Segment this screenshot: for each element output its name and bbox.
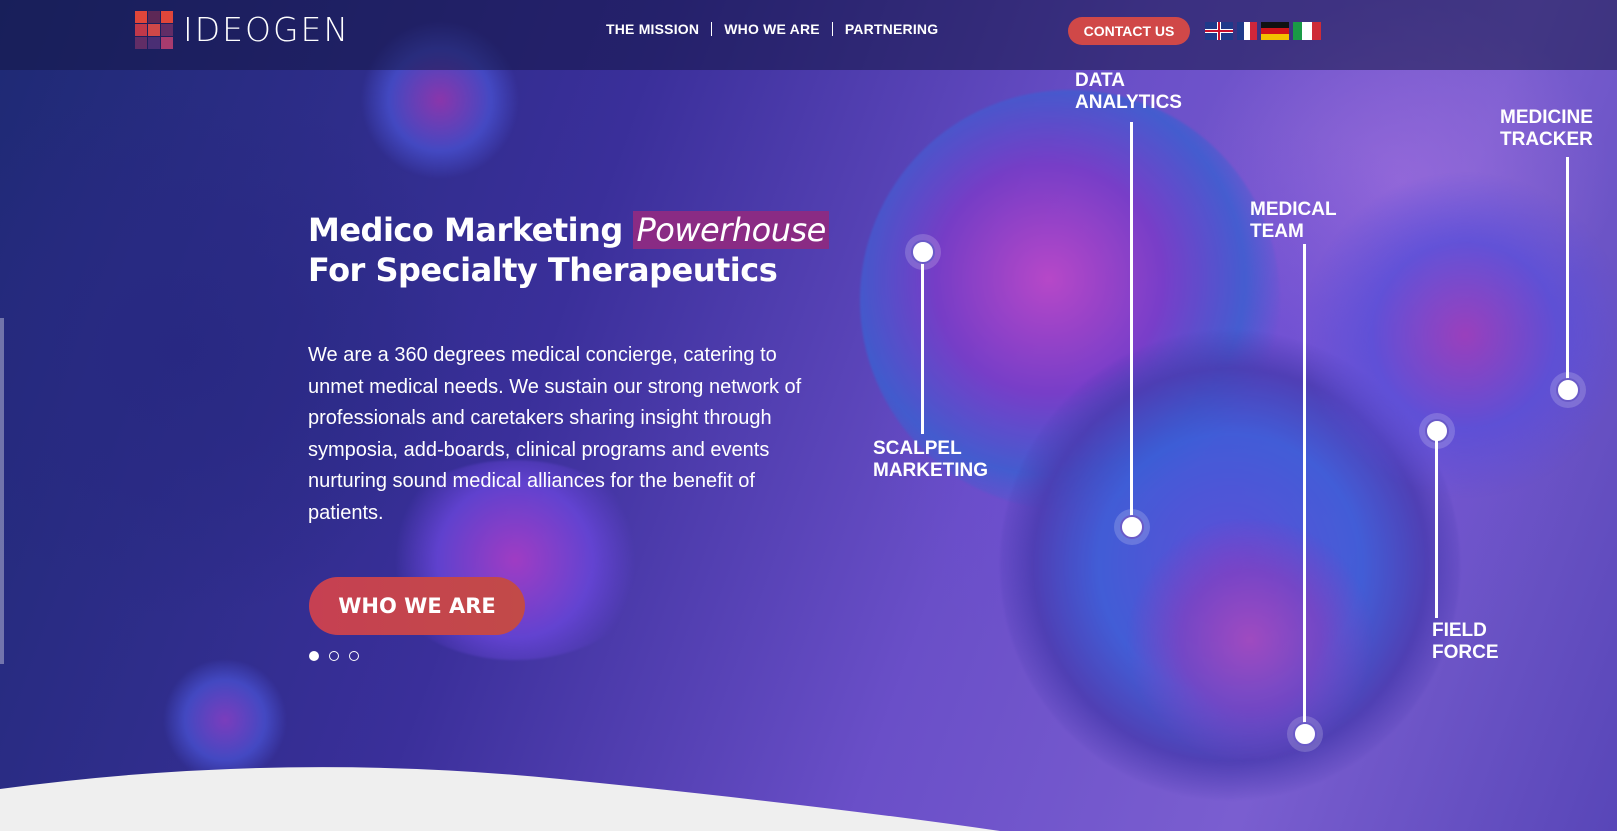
callout-label-text: FORCE: [1432, 642, 1499, 663]
uk-flag-icon[interactable]: [1205, 22, 1233, 40]
scroll-indicator: [0, 318, 4, 664]
who-we-are-button[interactable]: WHO WE ARE: [309, 577, 525, 635]
hero-title: Medico Marketing Powerhouse For Specialt…: [308, 210, 829, 290]
callout-label-text: TEAM: [1250, 221, 1304, 242]
de-flag-icon[interactable]: [1261, 22, 1289, 40]
hero-title-part: Medico Marketing: [308, 211, 634, 249]
callout-line-field: [1435, 440, 1438, 618]
callout-label-text: ANALYTICS: [1075, 92, 1182, 113]
callout-pin-medical[interactable]: [1293, 722, 1317, 746]
callout-label-text: DATA: [1075, 70, 1125, 91]
main-nav: THE MISSION WHO WE ARE PARTNERING: [606, 21, 950, 37]
fr-flag-icon[interactable]: [1237, 22, 1257, 40]
callout-line-medical: [1303, 244, 1306, 726]
callout-label-text: MARKETING: [873, 460, 989, 481]
logo[interactable]: IDEOGEN: [135, 10, 350, 49]
logo-text: IDEOGEN: [183, 10, 351, 49]
logo-mark-icon: [135, 10, 173, 49]
callout-label-data: DATA ANALYTICS: [1075, 70, 1225, 114]
nav-who-we-are[interactable]: WHO WE ARE: [712, 21, 832, 37]
bottom-wave: [0, 767, 1000, 831]
nav-partnering[interactable]: PARTNERING: [833, 21, 951, 37]
slider-dot[interactable]: [329, 651, 339, 661]
contact-us-button[interactable]: CONTACT US: [1068, 17, 1190, 45]
slider-dot[interactable]: [349, 651, 359, 661]
callout-label-medicine: MEDICINE TRACKER: [1500, 107, 1617, 151]
callout-line-medicine: [1566, 157, 1569, 385]
callout-label-text: MEDICINE: [1500, 107, 1593, 128]
callout-pin-data[interactable]: [1120, 515, 1144, 539]
callout-pin-scalpel[interactable]: [911, 240, 935, 264]
callout-label-text: TRACKER: [1500, 129, 1593, 150]
callout-label-medical: MEDICAL TEAM: [1250, 199, 1400, 243]
slider-dots: [309, 651, 359, 661]
it-flag-icon[interactable]: [1293, 22, 1321, 40]
callout-pin-medicine[interactable]: [1556, 378, 1580, 402]
language-switcher: [1205, 22, 1321, 40]
callout-label-text: MEDICAL: [1250, 199, 1337, 220]
hero-description: We are a 360 degrees medical concierge, …: [308, 344, 802, 524]
molecule-illustration: [1120, 520, 1380, 760]
callout-line-scalpel: [921, 252, 924, 434]
hero-title-highlight: Powerhouse: [633, 211, 829, 249]
hero-title-line2: For Specialty Therapeutics: [308, 251, 778, 289]
callout-label-text: FIELD: [1432, 620, 1487, 641]
callout-label-field: FIELD FORCE: [1432, 620, 1582, 664]
callout-line-data: [1130, 122, 1133, 522]
nav-the-mission[interactable]: THE MISSION: [606, 21, 711, 37]
callout-label-text: SCALPEL: [873, 438, 962, 459]
slider-dot[interactable]: [309, 651, 319, 661]
site-header: IDEOGEN THE MISSION WHO WE ARE PARTNERIN…: [0, 0, 1617, 70]
callout-label-scalpel: SCALPEL MARKETING: [873, 438, 1023, 482]
